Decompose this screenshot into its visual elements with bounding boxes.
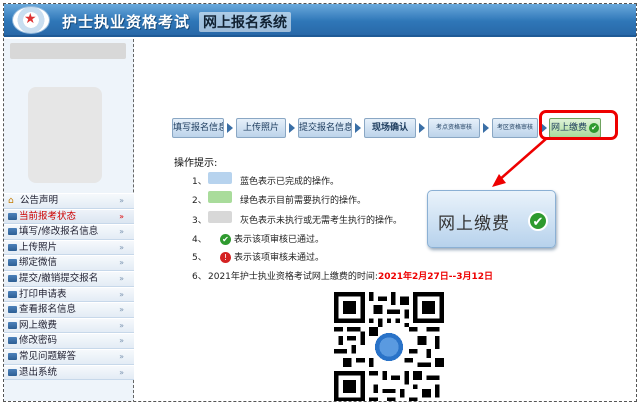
sidebar-item-edit-info[interactable]: 填写/修改报名信息 »	[4, 224, 134, 240]
doc-icon	[8, 352, 17, 360]
app-title: 护士执业资格考试	[62, 13, 191, 31]
tip-5: 5、! 表示该项审核未通过。	[192, 250, 324, 263]
sidebar-item-announcement[interactable]: ⌂ 公告声明 »	[4, 193, 134, 209]
chevron-right-icon: »	[119, 273, 124, 283]
sidebar-menu: ⌂ 公告声明 » 当前报考状态 » 填写/修改报名信息 » 上传照片 » 绑定微信 » 提交…	[4, 193, 134, 381]
progress-steps: 填写报名信息 上传照片 提交报名信息 现场确认 考点资格审核 考区资格审核 网上…	[172, 118, 601, 138]
blue-swatch	[208, 172, 232, 184]
chevron-right-icon: »	[119, 351, 124, 361]
doc-icon	[8, 306, 17, 314]
doc-icon	[8, 274, 17, 282]
chevron-right-icon: »	[119, 367, 124, 377]
doc-icon	[8, 212, 17, 220]
online-payment-button[interactable]: 网上缴费 ✔	[427, 190, 556, 248]
step-onsite-confirm[interactable]: 现场确认	[364, 118, 416, 138]
sidebar-item-bind-wechat[interactable]: 绑定微信 »	[4, 255, 134, 271]
step-region-review[interactable]: 考区资格审核	[492, 118, 538, 138]
gray-swatch	[208, 211, 232, 223]
sidebar-item-label: 公告声明	[20, 195, 59, 206]
tip-text: 绿色表示目前需要执行的操作。	[240, 196, 367, 206]
page-frame: ★ 护士执业资格考试 网上报名系统 ⌂ 公告声明 » 当前报考状态 » 填写/修改报名…	[3, 3, 637, 402]
sidebar-item-submit[interactable]: 提交/撤销提交报名 »	[4, 270, 134, 287]
alert-icon: !	[220, 252, 231, 263]
sidebar-item-payment[interactable]: 网上缴费 »	[4, 317, 134, 334]
qr-code-icon	[334, 292, 444, 401]
tips-title: 操作提示:	[174, 158, 218, 169]
step-fill-info[interactable]: 填写报名信息	[172, 118, 224, 138]
chevron-right-icon: »	[119, 289, 124, 299]
check-icon: ✔	[528, 211, 548, 231]
arrow-right-icon	[355, 123, 361, 133]
doc-icon	[8, 243, 17, 251]
chevron-right-icon: »	[119, 305, 124, 315]
home-icon: ⌂	[8, 195, 14, 206]
user-name-box	[10, 43, 126, 59]
header-bar: ★ 护士执业资格考试 网上报名系统	[4, 4, 636, 37]
logo-icon: ★	[12, 6, 50, 34]
sidebar-item-status[interactable]: 当前报考状态 »	[4, 208, 134, 225]
doc-icon	[8, 368, 17, 376]
sidebar-item-upload-photo[interactable]: 上传照片 »	[4, 239, 134, 256]
step-submit-info[interactable]: 提交报名信息	[298, 118, 352, 138]
tip-text: 表示该项审核已通过。	[234, 235, 325, 245]
doc-icon	[8, 290, 17, 298]
sidebar-item-label: 修改密码	[19, 335, 58, 347]
payment-button-label: 网上缴费	[438, 214, 510, 234]
sidebar-item-logout[interactable]: 退出系统 »	[4, 364, 134, 381]
chevron-right-icon: »	[119, 258, 124, 268]
sidebar-item-label: 绑定微信	[19, 257, 58, 269]
tip-num: 5、	[192, 253, 207, 263]
payment-date-range: 2021年2月27日--3月12日	[377, 272, 494, 282]
app-subtitle: 网上报名系统	[199, 12, 291, 32]
tip-text: 表示该项审核未通过。	[234, 253, 325, 263]
step-site-review[interactable]: 考点资格审核	[428, 118, 480, 138]
tip-num: 6、	[192, 272, 207, 282]
tip-text: 2021年护士执业资格考试网上缴费的时间:	[208, 272, 378, 282]
chevron-right-icon: »	[119, 196, 124, 205]
chevron-right-icon: »	[119, 320, 124, 330]
red-pointer-arrow-icon	[492, 137, 548, 187]
arrow-right-icon	[227, 123, 233, 133]
sidebar-item-label: 打印申请表	[19, 288, 67, 300]
sidebar-item-label: 填写/修改报名信息	[19, 226, 99, 238]
sidebar-item-password[interactable]: 修改密码 »	[4, 333, 134, 349]
doc-icon	[8, 228, 17, 236]
sidebar-item-label: 常见问题解答	[19, 350, 77, 362]
sidebar-item-print[interactable]: 打印申请表 »	[4, 286, 134, 303]
tip-4: 4、 ✔ 表示该项审核已通过。	[192, 232, 324, 245]
green-swatch	[208, 191, 232, 203]
sidebar-item-label: 网上缴费	[19, 319, 58, 331]
chevron-right-icon: »	[119, 227, 124, 237]
sidebar-item-label: 提交/撤销提交报名	[19, 272, 99, 284]
sidebar-item-label: 当前报考状态	[19, 210, 77, 222]
check-icon: ✔	[220, 234, 231, 245]
step-upload-photo[interactable]: 上传照片	[236, 118, 286, 138]
sidebar-item-faq[interactable]: 常见问题解答 »	[4, 348, 134, 365]
tip-num: 4、	[192, 235, 207, 245]
sidebar-item-label: 退出系统	[19, 366, 58, 378]
doc-icon	[8, 337, 17, 345]
sidebar-item-label: 上传照片	[19, 241, 58, 253]
sidebar-item-label: 查看报名信息	[19, 304, 77, 316]
chevron-right-icon: »	[119, 242, 124, 252]
sidebar: ⌂ 公告声明 » 当前报考状态 » 填写/修改报名信息 » 上传照片 » 绑定微信 » 提交…	[4, 39, 134, 401]
chevron-right-icon: »	[119, 336, 124, 346]
doc-icon	[8, 259, 17, 267]
tip-text: 蓝色表示已完成的操作。	[240, 177, 340, 187]
chevron-right-icon: »	[119, 211, 124, 221]
tip-text: 灰色表示未执行或无需考生执行的操作。	[240, 216, 403, 226]
avatar	[28, 87, 102, 183]
arrow-right-icon	[483, 123, 489, 133]
sidebar-item-view-info[interactable]: 查看报名信息 »	[4, 302, 134, 318]
arrow-right-icon	[289, 123, 295, 133]
doc-icon	[8, 321, 17, 329]
tip-6: 6、2021年护士执业资格考试网上缴费的时间:2021年2月27日--3月12日	[192, 269, 493, 282]
arrow-right-icon	[419, 123, 425, 133]
